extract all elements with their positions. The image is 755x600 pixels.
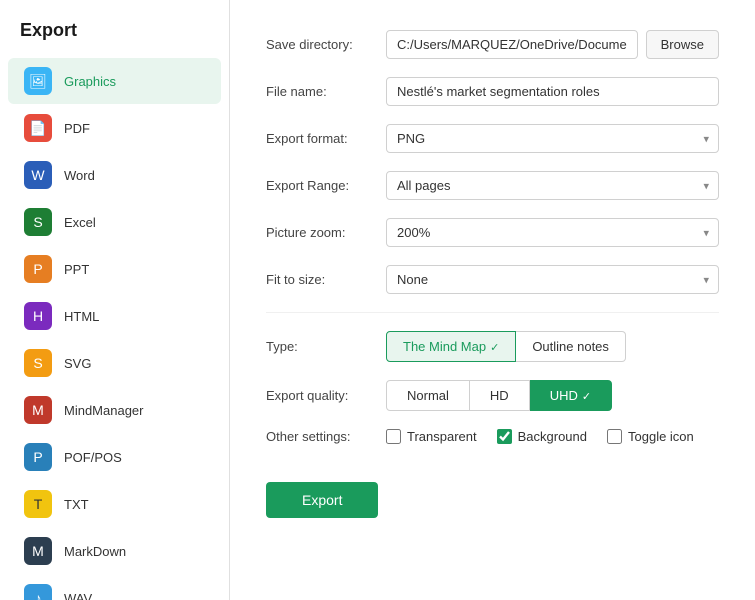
export-format-wrap: PNGJPGBMPTIFF ▾ [386, 124, 719, 153]
sidebar: Export 🖼 Graphics 📄 PDF W Word S Excel P PPT H HTML… [0, 0, 230, 600]
background-checkbox[interactable] [497, 429, 512, 444]
sidebar-item-excel[interactable]: S Excel [8, 199, 221, 245]
fit-to-size-label: Fit to size: [266, 272, 386, 287]
sidebar-item-mindmanager[interactable]: M MindManager [8, 387, 221, 433]
other-settings-wrap: Transparent Background Toggle icon [386, 429, 719, 444]
pof-icon: P [24, 443, 52, 471]
file-name-label: File name: [266, 84, 386, 99]
toggle-icon-checkbox[interactable] [607, 429, 622, 444]
file-name-input[interactable] [386, 77, 719, 106]
fit-to-size-wrap: NoneA4A3Letter ▾ [386, 265, 719, 294]
export-format-select-wrap: PNGJPGBMPTIFF ▾ [386, 124, 719, 153]
sidebar-item-markdown[interactable]: M MarkDown [8, 528, 221, 574]
export-format-row: Export format: PNGJPGBMPTIFF ▾ [266, 124, 719, 153]
mindmanager-icon: M [24, 396, 52, 424]
type-button-group: The Mind Map Outline notes [386, 331, 626, 362]
fit-to-size-select-wrap: NoneA4A3Letter ▾ [386, 265, 719, 294]
html-icon: H [24, 302, 52, 330]
graphics-icon: 🖼 [24, 67, 52, 95]
save-directory-row: Save directory: Browse [266, 30, 719, 59]
export-format-label: Export format: [266, 131, 386, 146]
sidebar-item-label-html: HTML [64, 309, 99, 324]
sidebar-item-label-svg: SVG [64, 356, 91, 371]
quality-hd-button[interactable]: HD [470, 380, 530, 411]
toggle-icon-label: Toggle icon [628, 429, 694, 444]
picture-zoom-select[interactable]: 100%150%200%300% [386, 218, 719, 247]
sidebar-item-label-pdf: PDF [64, 121, 90, 136]
sidebar-item-word[interactable]: W Word [8, 152, 221, 198]
sidebar-item-html[interactable]: H HTML [8, 293, 221, 339]
checkbox-group: Transparent Background Toggle icon [386, 429, 694, 444]
sidebar-item-graphics[interactable]: 🖼 Graphics [8, 58, 221, 104]
sidebar-item-label-wav: WAV [64, 591, 92, 600]
type-row: Type: The Mind Map Outline notes [266, 331, 719, 362]
sidebar-item-svg[interactable]: S SVG [8, 340, 221, 386]
save-directory-input[interactable] [386, 30, 638, 59]
transparent-checkbox-item[interactable]: Transparent [386, 429, 477, 444]
excel-icon: S [24, 208, 52, 236]
sidebar-item-label-mindmanager: MindManager [64, 403, 144, 418]
export-button[interactable]: Export [266, 482, 378, 518]
main-content: Save directory: Browse File name: Export… [230, 0, 755, 600]
txt-icon: T [24, 490, 52, 518]
picture-zoom-label: Picture zoom: [266, 225, 386, 240]
save-directory-wrap: Browse [386, 30, 719, 59]
other-settings-label: Other settings: [266, 429, 386, 444]
fit-to-size-select[interactable]: NoneA4A3Letter [386, 265, 719, 294]
sidebar-item-ppt[interactable]: P PPT [8, 246, 221, 292]
sidebar-item-label-graphics: Graphics [64, 74, 116, 89]
picture-zoom-select-wrap: 100%150%200%300% ▾ [386, 218, 719, 247]
quality-uhd-button[interactable]: UHD [530, 380, 612, 411]
type-label: Type: [266, 339, 386, 354]
sidebar-item-label-word: Word [64, 168, 95, 183]
sidebar-item-label-ppt: PPT [64, 262, 89, 277]
export-quality-label: Export quality: [266, 388, 386, 403]
markdown-icon: M [24, 537, 52, 565]
sidebar-title: Export [0, 20, 229, 57]
export-range-wrap: All pagesCurrent pageSelected ▾ [386, 171, 719, 200]
svg-icon: S [24, 349, 52, 377]
type-mind-map-button[interactable]: The Mind Map [386, 331, 516, 362]
quality-button-group: Normal HD UHD [386, 380, 612, 411]
sidebar-item-label-pof: POF/POS [64, 450, 122, 465]
background-label: Background [518, 429, 587, 444]
toggle-icon-checkbox-item[interactable]: Toggle icon [607, 429, 694, 444]
sidebar-item-pof[interactable]: P POF/POS [8, 434, 221, 480]
export-format-select[interactable]: PNGJPGBMPTIFF [386, 124, 719, 153]
file-name-row: File name: [266, 77, 719, 106]
sidebar-item-label-excel: Excel [64, 215, 96, 230]
fit-to-size-row: Fit to size: NoneA4A3Letter ▾ [266, 265, 719, 294]
ppt-icon: P [24, 255, 52, 283]
other-settings-row: Other settings: Transparent Background T… [266, 429, 719, 444]
word-icon: W [24, 161, 52, 189]
export-quality-row: Export quality: Normal HD UHD [266, 380, 719, 411]
type-wrap: The Mind Map Outline notes [386, 331, 719, 362]
save-directory-label: Save directory: [266, 37, 386, 52]
background-checkbox-item[interactable]: Background [497, 429, 587, 444]
quality-normal-button[interactable]: Normal [386, 380, 470, 411]
wav-icon: ♪ [24, 584, 52, 600]
export-range-label: Export Range: [266, 178, 386, 193]
sidebar-item-wav[interactable]: ♪ WAV [8, 575, 221, 600]
file-name-wrap [386, 77, 719, 106]
sidebar-item-txt[interactable]: T TXT [8, 481, 221, 527]
export-range-select-wrap: All pagesCurrent pageSelected ▾ [386, 171, 719, 200]
export-quality-wrap: Normal HD UHD [386, 380, 719, 411]
type-outline-notes-button[interactable]: Outline notes [516, 331, 626, 362]
sidebar-item-label-txt: TXT [64, 497, 89, 512]
sidebar-item-label-markdown: MarkDown [64, 544, 126, 559]
picture-zoom-row: Picture zoom: 100%150%200%300% ▾ [266, 218, 719, 247]
sidebar-item-pdf[interactable]: 📄 PDF [8, 105, 221, 151]
transparent-checkbox[interactable] [386, 429, 401, 444]
divider [266, 312, 719, 313]
browse-button[interactable]: Browse [646, 30, 719, 59]
export-range-select[interactable]: All pagesCurrent pageSelected [386, 171, 719, 200]
pdf-icon: 📄 [24, 114, 52, 142]
transparent-label: Transparent [407, 429, 477, 444]
export-range-row: Export Range: All pagesCurrent pageSelec… [266, 171, 719, 200]
picture-zoom-wrap: 100%150%200%300% ▾ [386, 218, 719, 247]
